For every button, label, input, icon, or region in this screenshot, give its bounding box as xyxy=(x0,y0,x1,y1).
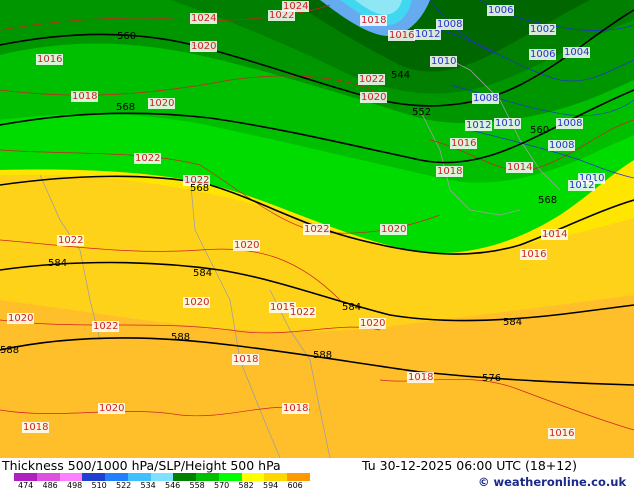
chart-title: Thickness 500/1000 hPa/SLP/Height 500 hP… xyxy=(2,458,281,473)
scale-swatch xyxy=(173,473,197,481)
isobar-label: 1018 xyxy=(232,354,260,365)
isobar-label: 1008 xyxy=(556,118,584,129)
height-label: 568 xyxy=(190,183,210,194)
color-scale xyxy=(14,473,310,481)
height-label: 560 xyxy=(117,31,137,42)
height-label: 568 xyxy=(116,102,136,113)
isobar-label: 1022 xyxy=(134,153,162,164)
scale-label: 534 xyxy=(140,481,156,490)
isobar-label: 1022 xyxy=(92,321,120,332)
isobar-label: 1022 xyxy=(57,235,85,246)
isobar-label: 1024 xyxy=(190,13,218,24)
isobar-label: 1020 xyxy=(233,240,261,251)
isobar-label: 1020 xyxy=(190,41,218,52)
scale-label: 486 xyxy=(42,481,58,490)
height-label: 588 xyxy=(313,350,333,361)
scale-label: 474 xyxy=(18,481,34,490)
scale-label: 606 xyxy=(287,481,303,490)
height-label: 584 xyxy=(193,268,213,279)
scale-label: 594 xyxy=(263,481,279,490)
isobar-label: 1012 xyxy=(568,180,596,191)
scale-swatch xyxy=(150,473,174,481)
height-label: 584 xyxy=(342,302,362,313)
scale-swatch xyxy=(36,473,60,481)
isobar-label: 1020 xyxy=(183,297,211,308)
height-label: 544 xyxy=(391,70,411,81)
isobar-label: 1012 xyxy=(414,29,442,40)
isobar-label: 1016 xyxy=(388,30,416,41)
isobar-label: 1022 xyxy=(303,224,331,235)
scale-swatch xyxy=(218,473,242,481)
isobar-label: 1022 xyxy=(358,74,386,85)
isobar-label: 1020 xyxy=(148,98,176,109)
scale-label: 582 xyxy=(238,481,254,490)
scale-label: 522 xyxy=(116,481,132,490)
scale-swatch xyxy=(127,473,151,481)
isobar-label: 1006 xyxy=(487,5,515,16)
isobar-label: 1014 xyxy=(506,162,534,173)
isobar-label: 1010 xyxy=(494,118,522,129)
height-label: 584 xyxy=(48,258,68,269)
scale-swatch xyxy=(59,473,83,481)
scale-label: 546 xyxy=(165,481,181,490)
isobar-label: 1020 xyxy=(7,313,35,324)
footer: Thickness 500/1000 hPa/SLP/Height 500 hP… xyxy=(0,458,634,490)
scale-swatch xyxy=(287,473,310,481)
scale-swatch xyxy=(196,473,219,481)
isobar-label: 1006 xyxy=(529,49,557,60)
scale-label: 558 xyxy=(189,481,205,490)
isobar-label: 1014 xyxy=(541,229,569,240)
isobar-label: 1010 xyxy=(430,56,458,67)
height-label: 584 xyxy=(503,317,523,328)
height-label: 568 xyxy=(538,195,558,206)
copyright-link[interactable]: © weatheronline.co.uk xyxy=(478,475,626,489)
isobar-label: 1008 xyxy=(436,19,464,30)
isobar-label: 1018 xyxy=(436,166,464,177)
scale-label: 498 xyxy=(67,481,83,490)
scale-label: 510 xyxy=(91,481,107,490)
scale-label: 570 xyxy=(214,481,230,490)
height-label: 576 xyxy=(482,373,502,384)
isobar-label: 1018 xyxy=(360,15,388,26)
isobar-label: 1020 xyxy=(360,92,388,103)
isobar-label: 1020 xyxy=(98,403,126,414)
isobar-label: 1008 xyxy=(472,93,500,104)
isobar-label: 1024 xyxy=(282,1,310,12)
isobar-label: 1016 xyxy=(36,54,64,65)
scale-swatch xyxy=(105,473,128,481)
isobar-label: 1004 xyxy=(563,47,591,58)
weather-map: 1024 1022 1024 1018 1016 1012 1008 1006 1002 1006… xyxy=(0,0,634,459)
isobar-label: 1018 xyxy=(71,91,99,102)
isobar-label: 1012 xyxy=(465,120,493,131)
isobar-label: 1016 xyxy=(450,138,478,149)
height-label: 560 xyxy=(530,125,550,136)
height-label: 588 xyxy=(0,345,20,356)
isobar-label: 1020 xyxy=(380,224,408,235)
isobar-label: 1018 xyxy=(22,422,50,433)
isobar-label: 1016 xyxy=(548,428,576,439)
isobar-label: 1002 xyxy=(529,24,557,35)
height-label: 552 xyxy=(412,107,432,118)
isobar-label: 1018 xyxy=(407,372,435,383)
isobar-label: 1018 xyxy=(282,403,310,414)
isobar-label: 1008 xyxy=(548,140,576,151)
height-label: 588 xyxy=(171,332,191,343)
isobar-label: 1022 xyxy=(289,307,317,318)
scale-swatch xyxy=(264,473,288,481)
isobar-label: 1020 xyxy=(359,318,387,329)
scale-swatch xyxy=(82,473,106,481)
valid-time: Tu 30-12-2025 06:00 UTC (18+12) xyxy=(362,458,578,473)
scale-swatch xyxy=(14,473,37,481)
scale-swatch xyxy=(241,473,265,481)
isobar-label: 1016 xyxy=(520,249,548,260)
